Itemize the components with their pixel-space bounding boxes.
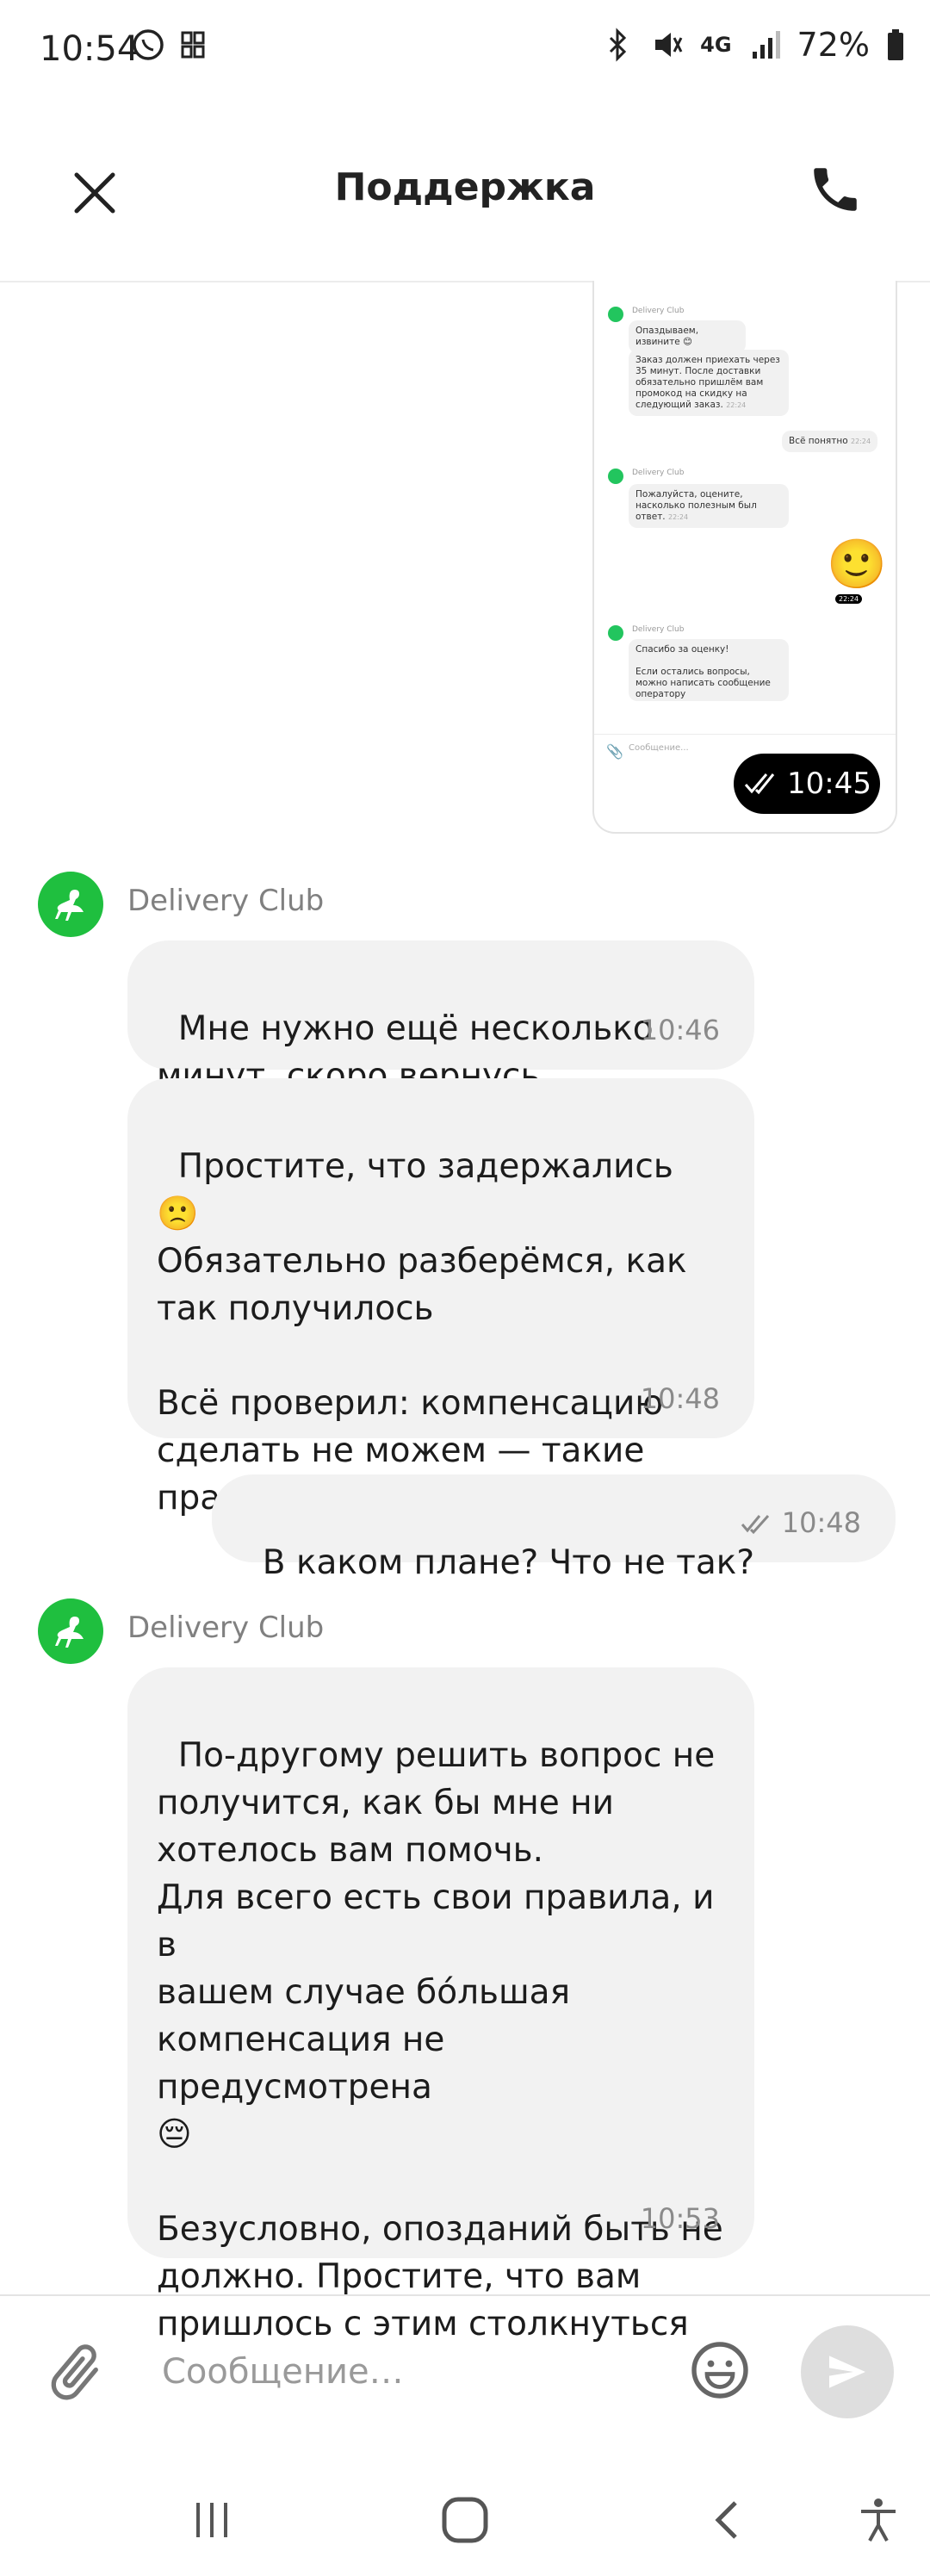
chat-header: Поддержка — [0, 103, 930, 282]
attachment-emoji: 🙂 — [827, 537, 887, 593]
signal-icon — [752, 31, 780, 59]
ostrich-logo-icon — [55, 1617, 84, 1648]
attachment-time: 22:24 — [835, 594, 863, 604]
bluetooth-icon — [610, 28, 627, 62]
ostrich-logo-icon — [55, 890, 84, 921]
avatar — [608, 625, 623, 641]
paperclip-icon — [51, 2344, 98, 2400]
emoji-icon — [691, 2342, 748, 2399]
message-time: 10:48 — [640, 1382, 720, 1415]
sim-icon — [181, 31, 205, 59]
send-button[interactable] — [801, 2325, 894, 2418]
avatar — [608, 307, 623, 322]
double-check-icon — [741, 1514, 769, 1534]
avatar — [38, 872, 103, 937]
network-type: 4G — [700, 33, 732, 57]
page-title: Поддержка — [334, 165, 596, 209]
attach-button[interactable] — [41, 2339, 110, 2408]
sender-name: Delivery Club — [127, 884, 325, 918]
attachment-sender: Delivery Club — [632, 625, 685, 634]
recent-apps-button[interactable] — [177, 2486, 246, 2554]
message-time: 10:48 — [781, 1506, 861, 1539]
outgoing-message-bubble[interactable]: В каком плане? Что не так? 10:48 — [212, 1474, 896, 1582]
phone-icon — [814, 168, 857, 211]
battery-percent: 72% — [797, 26, 870, 64]
attachment-message: Пожалуйста, оцените, насколько полезным … — [629, 484, 789, 528]
message-text: По-другому решить вопрос не получится, к… — [157, 1736, 723, 2343]
battery-icon — [888, 29, 903, 60]
attachment-message: Спасибо за оценку! Если остались вопросы,… — [629, 639, 789, 701]
accessibility-icon — [861, 2498, 896, 2542]
message-composer — [0, 2294, 930, 2443]
avatar — [38, 1598, 103, 1664]
avatar — [608, 469, 623, 484]
sender-name: Delivery Club — [127, 1611, 325, 1645]
message-text: Простите, что задержались 🙁 Обязательно … — [157, 1147, 687, 1518]
message-bubble[interactable]: Мне нужно ещё несколько минут, скоро вер… — [127, 940, 754, 1096]
recent-apps-icon — [196, 2503, 227, 2537]
message-bubble[interactable]: По-другому решить вопрос не получится, к… — [127, 1667, 754, 2343]
attachment-sender: Delivery Club — [632, 307, 685, 315]
navigation-bar — [0, 2443, 930, 2576]
attachment-message: Заказ должен приехать через 35 минут. По… — [629, 350, 789, 416]
emoji-button[interactable] — [685, 2336, 754, 2405]
attachment-message: Опаздываем, извините 😊 — [629, 320, 746, 353]
send-icon — [829, 2356, 865, 2388]
attachment-message: Всё понятно 22:24 — [782, 431, 878, 452]
message-time: 10:53 — [640, 2202, 720, 2235]
attachment-sender: Delivery Club — [632, 469, 685, 477]
status-time: 10:54 — [40, 29, 140, 69]
home-button[interactable] — [431, 2486, 499, 2554]
call-button[interactable] — [801, 155, 870, 224]
message-status: 10:48 — [739, 1499, 861, 1547]
sent-time-badge: 10:45 — [734, 754, 880, 814]
accessibility-button[interactable] — [844, 2486, 913, 2554]
screenshot-attachment[interactable]: Delivery Club Опаздываем, извините 😊 Зак… — [592, 281, 897, 834]
status-bar: 10:54 4G 72% — [0, 0, 930, 103]
message-text: В каком плане? Что не так? — [262, 1543, 755, 1582]
back-button[interactable] — [694, 2486, 763, 2554]
attachment-placeholder: Сообщение... — [629, 743, 689, 753]
message-time: 10:46 — [640, 1014, 720, 1046]
back-icon — [715, 2501, 737, 2539]
viber-icon — [133, 29, 164, 60]
paperclip-icon: 📎 — [606, 743, 623, 760]
home-icon — [442, 2497, 488, 2543]
message-bubble[interactable]: Простите, что задержались 🙁 Обязательно … — [127, 1078, 754, 1518]
double-check-icon — [744, 773, 775, 795]
message-input[interactable] — [160, 2341, 680, 2403]
mute-vibrate-icon — [655, 33, 683, 57]
